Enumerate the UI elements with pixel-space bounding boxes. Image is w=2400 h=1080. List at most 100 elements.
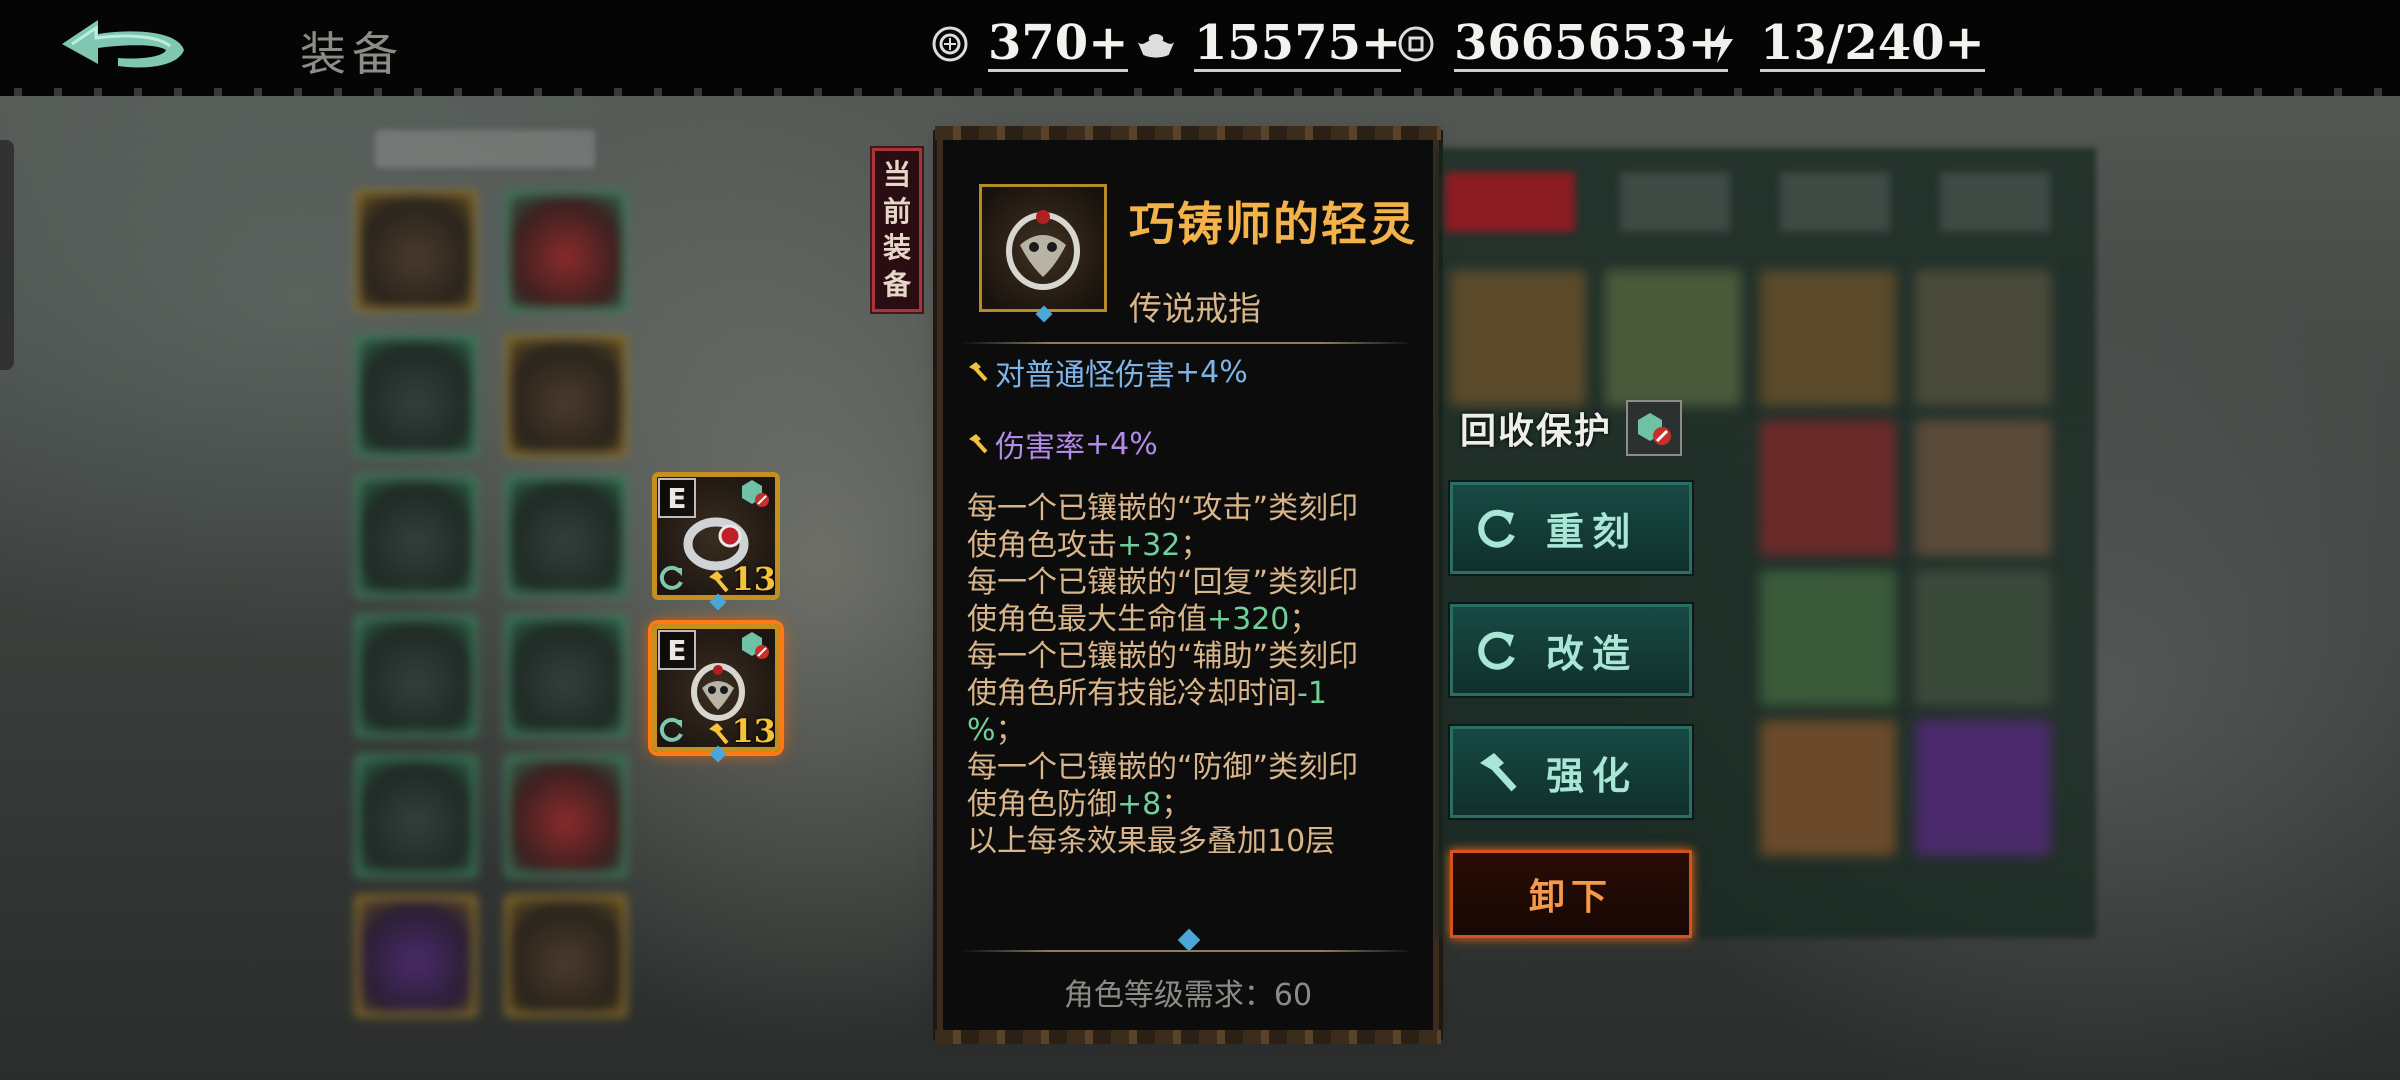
hammer-icon — [1480, 753, 1517, 792]
enhance-button-label: 强化 — [1546, 752, 1639, 798]
market-tab[interactable] — [1445, 172, 1575, 232]
inventory-slot[interactable] — [355, 615, 477, 737]
recycle-protection-label: 回收保护 — [1460, 410, 1613, 452]
inventory-slot[interactable] — [355, 475, 477, 597]
inventory-filter-label — [375, 130, 595, 168]
desc-line: 使角色所有技能冷却时间-1 — [967, 675, 1407, 712]
modify-button-label: 改造 — [1546, 630, 1639, 676]
top-bar-torn-edge — [0, 86, 2400, 96]
hammer-icon — [969, 434, 988, 454]
market-item[interactable] — [1760, 420, 1896, 556]
ring-mask-icon — [1006, 210, 1080, 290]
inventory-slot[interactable] — [505, 190, 627, 312]
reforge-button[interactable]: 重刻 — [1450, 482, 1692, 574]
silver-ingot-icon — [1136, 24, 1176, 64]
inventory-slot[interactable] — [355, 335, 477, 457]
side-drawer-handle[interactable] — [0, 140, 14, 370]
hammer-icon — [709, 570, 730, 592]
resource-tokens-value: 370+ — [988, 14, 1129, 72]
inventory-slot[interactable] — [355, 895, 477, 1017]
inventory-slot[interactable] — [355, 190, 477, 312]
desc-line: 每一个已镶嵌的“回复”类刻印 — [967, 564, 1407, 601]
market-tab[interactable] — [1620, 172, 1730, 232]
market-item[interactable] — [1605, 270, 1741, 406]
inventory-slot[interactable] — [505, 895, 627, 1017]
desc-line: 使角色攻击+32； — [967, 527, 1407, 564]
resource-silver-value: 15575+ — [1194, 14, 1402, 72]
reforge-icon — [1478, 631, 1515, 670]
desc-suffix: ； — [995, 713, 1026, 748]
affix-value: +4% — [1085, 426, 1158, 462]
desc-line: 以上每条效果最多叠加10层 — [967, 823, 1407, 860]
resource-copper[interactable]: 3665653+ — [1396, 14, 1729, 72]
copper-coin-icon — [1396, 24, 1436, 64]
desc-line: 使角色防御+8； — [967, 786, 1407, 823]
market-item[interactable] — [1915, 720, 2051, 856]
inventory-slot[interactable] — [505, 615, 627, 737]
desc-text: 每一个已镶嵌的“防御”类刻印 — [967, 750, 1359, 785]
desc-value: -1 — [1297, 676, 1327, 711]
tag-char: 前 — [882, 194, 911, 228]
tag-char: 当 — [882, 158, 911, 192]
recycle-protection-checkbox[interactable] — [1626, 400, 1683, 456]
inventory-slot[interactable] — [355, 755, 477, 877]
market-tab[interactable] — [1780, 172, 1890, 232]
hammer-icon — [709, 722, 730, 744]
tag-char: 装 — [882, 231, 911, 265]
desc-line: 使角色最大生命值+320； — [967, 601, 1407, 638]
market-item[interactable] — [1915, 270, 2051, 406]
affix-value: +4% — [1175, 354, 1248, 390]
enhance-level: 13 — [705, 712, 776, 750]
desc-suffix: ； — [1161, 787, 1192, 822]
current-equipment-tag: 当 前 装 备 — [870, 146, 924, 314]
back-button[interactable] — [58, 14, 188, 76]
enhance-button[interactable]: 强化 — [1450, 726, 1692, 818]
affix-1: 对普通怪伤害 +4% — [967, 350, 1248, 394]
inventory-slot[interactable] — [505, 335, 627, 457]
desc-text: 使角色攻击 — [967, 528, 1117, 563]
affix-label: 伤害率 — [995, 430, 1085, 465]
equipped-ring-slot-2[interactable]: E 13 — [652, 624, 780, 763]
market-item[interactable] — [1915, 570, 2051, 706]
desc-text: 每一个已镶嵌的“辅助”类刻印 — [967, 639, 1359, 674]
desc-text: 每一个已镶嵌的“攻击”类刻印 — [967, 491, 1359, 526]
desc-value: % — [967, 713, 996, 748]
market-tab[interactable] — [1940, 172, 2050, 232]
desc-line: 每一个已镶嵌的“防御”类刻印 — [967, 749, 1407, 786]
lightning-energy-icon — [1702, 24, 1742, 64]
desc-text: 使角色所有技能冷却时间 — [967, 676, 1297, 711]
desc-value: +8 — [1117, 787, 1162, 822]
desc-suffix: ； — [1289, 602, 1320, 637]
modify-button[interactable]: 改造 — [1450, 604, 1692, 696]
reforge-button-label: 重刻 — [1546, 508, 1639, 554]
resource-energy[interactable]: 13/240+ — [1702, 16, 1985, 72]
panel-torn-edge — [935, 1030, 1441, 1044]
item-description: 每一个已镶嵌的“攻击”类刻印 使角色攻击+32； 每一个已镶嵌的“回复”类刻印 … — [967, 490, 1407, 860]
equipped-ring-slot-1[interactable]: E 13 — [652, 472, 780, 611]
unequip-button[interactable]: 卸下 — [1450, 850, 1692, 938]
reforge-icon — [656, 562, 686, 596]
desc-suffix: ； — [1180, 528, 1211, 563]
resource-copper-value: 3665653+ — [1454, 14, 1729, 72]
divider — [961, 950, 1413, 952]
market-item[interactable] — [1760, 570, 1896, 706]
resource-silver[interactable]: 15575+ — [1136, 14, 1402, 72]
market-item[interactable] — [1915, 420, 2051, 556]
market-item[interactable] — [1450, 270, 1586, 406]
tag-char: 备 — [882, 267, 911, 301]
recycle-protection-toggle[interactable]: 回收保护 — [1460, 400, 1683, 456]
inventory-slot[interactable] — [505, 755, 627, 877]
reforge-icon — [1478, 509, 1515, 548]
reforge-icon — [656, 714, 686, 748]
resource-tokens[interactable]: 370+ — [930, 14, 1129, 72]
item-name: 巧铸师的轻灵 — [1129, 197, 1417, 251]
inventory-slot[interactable] — [505, 475, 627, 597]
enhance-level: 13 — [705, 560, 776, 598]
recycle-protect-icon — [1638, 413, 1672, 445]
item-detail-panel: 巧铸师的轻灵 传说戒指 对普通怪伤害 +4% 伤害率 +4% 每一个已镶嵌的“攻击”… — [935, 126, 1441, 1044]
divider — [961, 342, 1413, 344]
market-item[interactable] — [1760, 720, 1896, 856]
market-item[interactable] — [1760, 270, 1896, 406]
coin-token-icon — [930, 24, 970, 64]
enhance-level-value: 13 — [731, 560, 776, 598]
